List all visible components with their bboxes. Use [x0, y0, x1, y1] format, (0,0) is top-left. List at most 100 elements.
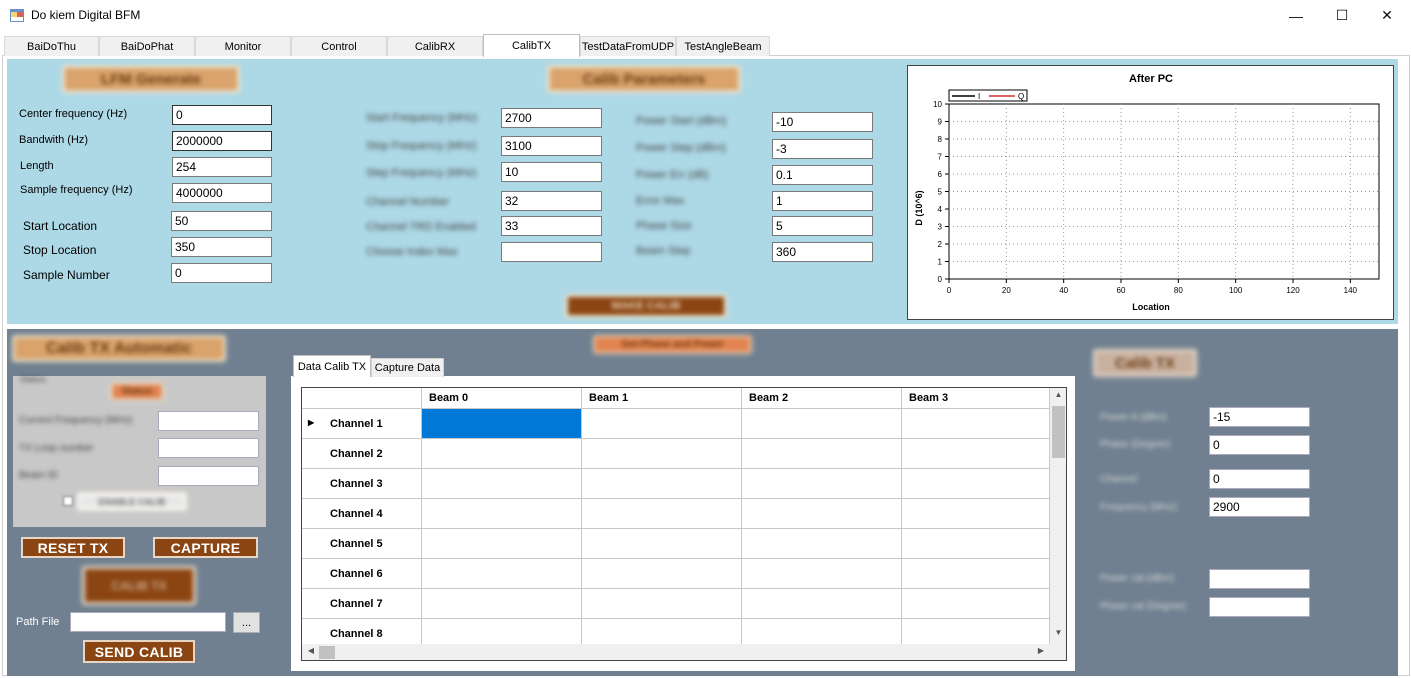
- row-header-channel-3[interactable]: Channel 3: [302, 469, 422, 499]
- phase-input[interactable]: 0: [1209, 435, 1310, 455]
- stop-frequency-input[interactable]: 3100: [501, 136, 602, 156]
- tab-calibrx[interactable]: CalibRX: [387, 36, 483, 56]
- subtab-capture-data[interactable]: Capture Data: [371, 358, 444, 377]
- send-calib-button[interactable]: SEND CALIB: [83, 640, 195, 663]
- power-a-input[interactable]: -15: [1209, 407, 1310, 427]
- grid-cell[interactable]: [742, 499, 902, 529]
- tab-monitor[interactable]: Monitor: [195, 36, 291, 56]
- tx-loop-number-input[interactable]: [158, 438, 259, 458]
- grid-cell[interactable]: [902, 559, 1050, 589]
- power-start-input[interactable]: -10: [772, 112, 873, 132]
- calib-tx-button[interactable]: CALIB TX: [83, 567, 195, 604]
- capture-button[interactable]: CAPTURE: [153, 537, 258, 558]
- phase-size-input[interactable]: 5: [772, 216, 873, 236]
- power-cal-input[interactable]: [1209, 569, 1310, 589]
- power-err-input[interactable]: 0.1: [772, 165, 873, 185]
- grid-cell[interactable]: [902, 469, 1050, 499]
- power-step-input[interactable]: -3: [772, 139, 873, 159]
- column-header-beam-1[interactable]: Beam 1: [582, 388, 742, 409]
- minimize-button[interactable]: —: [1273, 0, 1319, 31]
- grid-cell[interactable]: [742, 409, 902, 439]
- channel-input[interactable]: 0: [1209, 469, 1310, 489]
- length-input[interactable]: 254: [172, 157, 272, 177]
- tab-calibtx[interactable]: CalibTX: [483, 34, 580, 57]
- stop-location-input[interactable]: 350: [171, 237, 272, 257]
- grid-cell[interactable]: [422, 589, 582, 619]
- beam-step-input[interactable]: 360: [772, 242, 873, 262]
- grid-cell[interactable]: [902, 409, 1050, 439]
- tab-control[interactable]: Control: [291, 36, 387, 56]
- column-header-beam-2[interactable]: Beam 2: [742, 388, 902, 409]
- grid-cell[interactable]: [582, 499, 742, 529]
- row-header-channel-4[interactable]: Channel 4: [302, 499, 422, 529]
- tab-testanglebeam[interactable]: TestAngleBeam: [676, 36, 770, 56]
- enable-calib-checkbox[interactable]: [63, 496, 73, 506]
- grid-cell[interactable]: [422, 499, 582, 529]
- subtab-data-calib-tx[interactable]: Data Calib TX: [293, 355, 371, 377]
- browse-button[interactable]: ...: [233, 612, 260, 633]
- row-header-channel-1[interactable]: ▶ Channel 1: [302, 409, 422, 439]
- reset-tx-button[interactable]: RESET TX: [21, 537, 125, 558]
- vertical-scrollbar[interactable]: ▲ ▼: [1050, 388, 1066, 644]
- grid-cell[interactable]: [582, 409, 742, 439]
- grid-cell[interactable]: [422, 469, 582, 499]
- phase-cal-input[interactable]: [1209, 597, 1310, 617]
- start-frequency-input[interactable]: 2700: [501, 108, 602, 128]
- grid-cell[interactable]: [582, 439, 742, 469]
- grid-cell[interactable]: [582, 529, 742, 559]
- grid-cell[interactable]: [742, 469, 902, 499]
- channel-trd-input[interactable]: 33: [501, 216, 602, 236]
- grid-cell[interactable]: [422, 559, 582, 589]
- error-max-input[interactable]: 1: [772, 191, 873, 211]
- grid-cell[interactable]: [582, 469, 742, 499]
- get-phase-power-button[interactable]: Get Phase and Power: [594, 336, 751, 353]
- step-frequency-input[interactable]: 10: [501, 162, 602, 182]
- grid-cell[interactable]: [742, 529, 902, 559]
- grid-cell-selected[interactable]: [422, 409, 582, 439]
- y-tick-label: 4: [938, 205, 943, 214]
- current-frequency-input[interactable]: [158, 411, 259, 431]
- grid-cell[interactable]: [902, 589, 1050, 619]
- close-button[interactable]: ✕: [1364, 0, 1410, 31]
- start-location-input[interactable]: 50: [171, 211, 272, 231]
- center-frequency-input[interactable]: 0: [172, 105, 272, 125]
- channel-number-input[interactable]: 32: [501, 191, 602, 211]
- path-file-input[interactable]: [70, 612, 226, 632]
- grid-cell[interactable]: [742, 439, 902, 469]
- maximize-button[interactable]: ☐: [1319, 0, 1365, 31]
- grid-cell[interactable]: [422, 529, 582, 559]
- grid-cell[interactable]: [902, 529, 1050, 559]
- y-tick-label: 3: [938, 223, 943, 232]
- scroll-right-icon[interactable]: ▶: [1034, 646, 1048, 659]
- grid-cell[interactable]: [742, 589, 902, 619]
- row-header-channel-6[interactable]: Channel 6: [302, 559, 422, 589]
- tab-testdatafromudp[interactable]: TestDataFromUDP: [580, 36, 676, 56]
- sample-number-input[interactable]: 0: [171, 263, 272, 283]
- horizontal-scrollbar[interactable]: ◀ ▶: [302, 644, 1066, 660]
- column-header-beam-0[interactable]: Beam 0: [422, 388, 582, 409]
- beam-id-input[interactable]: [158, 466, 259, 486]
- grid-cell[interactable]: [582, 559, 742, 589]
- row-header-channel-2[interactable]: Channel 2: [302, 439, 422, 469]
- tab-baidophat[interactable]: BaiDoPhat: [99, 36, 195, 56]
- scroll-up-icon[interactable]: ▲: [1050, 390, 1066, 404]
- choose-index-max-input[interactable]: [501, 242, 602, 262]
- bandwidth-input[interactable]: 2000000: [172, 131, 272, 151]
- grid-cell[interactable]: [902, 439, 1050, 469]
- sample-frequency-input[interactable]: 4000000: [172, 183, 272, 203]
- grid-cell[interactable]: [582, 589, 742, 619]
- row-header-channel-7[interactable]: Channel 7: [302, 589, 422, 619]
- tab-baidothu[interactable]: BaiDoThu: [4, 36, 99, 56]
- horizontal-scroll-thumb[interactable]: [319, 646, 335, 659]
- vertical-scroll-thumb[interactable]: [1052, 406, 1065, 458]
- after-pc-chart: After PC 0 1 2 3 4 5 6 7 8 9 10 0 20 40 60 80 100 120 140 …: [907, 65, 1394, 320]
- column-header-beam-3[interactable]: Beam 3: [902, 388, 1050, 409]
- scroll-down-icon[interactable]: ▼: [1050, 628, 1066, 642]
- grid-cell[interactable]: [422, 439, 582, 469]
- grid-cell[interactable]: [902, 499, 1050, 529]
- row-header-channel-5[interactable]: Channel 5: [302, 529, 422, 559]
- scroll-left-icon[interactable]: ◀: [304, 646, 318, 659]
- frequency-input[interactable]: 2900: [1209, 497, 1310, 517]
- grid-cell[interactable]: [742, 559, 902, 589]
- make-calib-button[interactable]: MAKE CALIB: [566, 295, 726, 317]
